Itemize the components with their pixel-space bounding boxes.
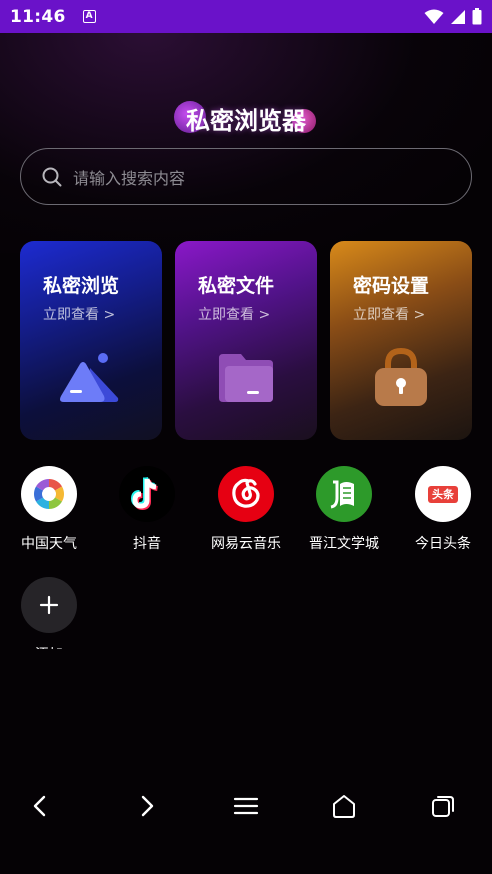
back-arrow-icon [33,795,46,817]
toutiao-icon-text: 头条 [428,485,458,503]
card-title: 密码设置 [353,275,430,297]
battery-icon [472,8,482,25]
search-placeholder: 请输入搜索内容 [73,168,186,188]
search-icon [42,167,62,186]
search-input[interactable]: 请输入搜索内容 [20,148,472,205]
card-private-browsing[interactable]: 私密浏览 立即查看 > [20,241,162,440]
app-title: 私密浏览器 [174,100,316,136]
add-shortcut-label: 添加 [9,644,89,649]
status-indicators [424,8,482,25]
add-shortcut-button[interactable]: 添加 [9,577,89,649]
folder-icon [219,354,273,402]
jjwxc-icon [316,466,372,522]
home-button[interactable] [324,776,364,836]
shortcut-label: 今日头条 [415,536,471,552]
app-title-text: 私密浏览器 [186,106,306,135]
card-action-link[interactable]: 立即查看 > [353,304,425,324]
shortcut-douyin[interactable]: 抖音 [107,466,187,553]
card-illustration [330,346,472,416]
signal-icon [451,9,465,24]
notification-a-icon: A [82,10,96,23]
mountain-icon [60,353,119,402]
card-illustration [20,346,162,416]
menu-icon [233,797,259,815]
app-logo: 私密浏览器 [0,98,492,138]
shortcut-label: 网易云音乐 [211,536,281,552]
card-title: 私密文件 [198,275,275,297]
status-bar: 11:46 A [0,0,492,33]
shortcut-netease-music[interactable]: 网易云音乐 [206,466,286,553]
card-private-files[interactable]: 私密文件 立即查看 > [175,241,317,440]
china-weather-icon [21,466,77,522]
lock-icon [375,347,427,406]
shortcut-label: 晋江文学城 [309,536,379,552]
back-button[interactable] [20,776,60,836]
shortcut-toutiao[interactable]: 头条 今日头条 [403,466,483,553]
wifi-icon [424,9,444,24]
card-action-link[interactable]: 立即查看 > [198,304,270,324]
menu-button[interactable] [226,776,266,836]
card-action-link[interactable]: 立即查看 > [43,304,115,324]
status-time: 11:46 [10,6,66,27]
netease-music-icon [218,466,274,522]
shortcut-label: 中国天气 [21,536,77,552]
card-password-settings[interactable]: 密码设置 立即查看 > [330,241,472,440]
plus-icon [21,577,77,633]
tabs-icon [432,796,454,817]
card-title: 私密浏览 [43,275,120,297]
toutiao-icon: 头条 [415,466,471,522]
douyin-icon [119,466,175,522]
shortcut-china-weather[interactable]: 中国天气 [9,466,89,553]
forward-button[interactable] [127,776,167,836]
shortcut-label: 抖音 [133,536,161,552]
header-background [0,33,492,253]
shortcut-jjwxc[interactable]: 晋江文学城 [304,466,384,553]
bottom-navigation [0,776,492,836]
forward-arrow-icon [141,795,154,817]
tabs-button[interactable] [423,776,463,836]
home-icon [333,795,355,818]
card-illustration [175,346,317,416]
